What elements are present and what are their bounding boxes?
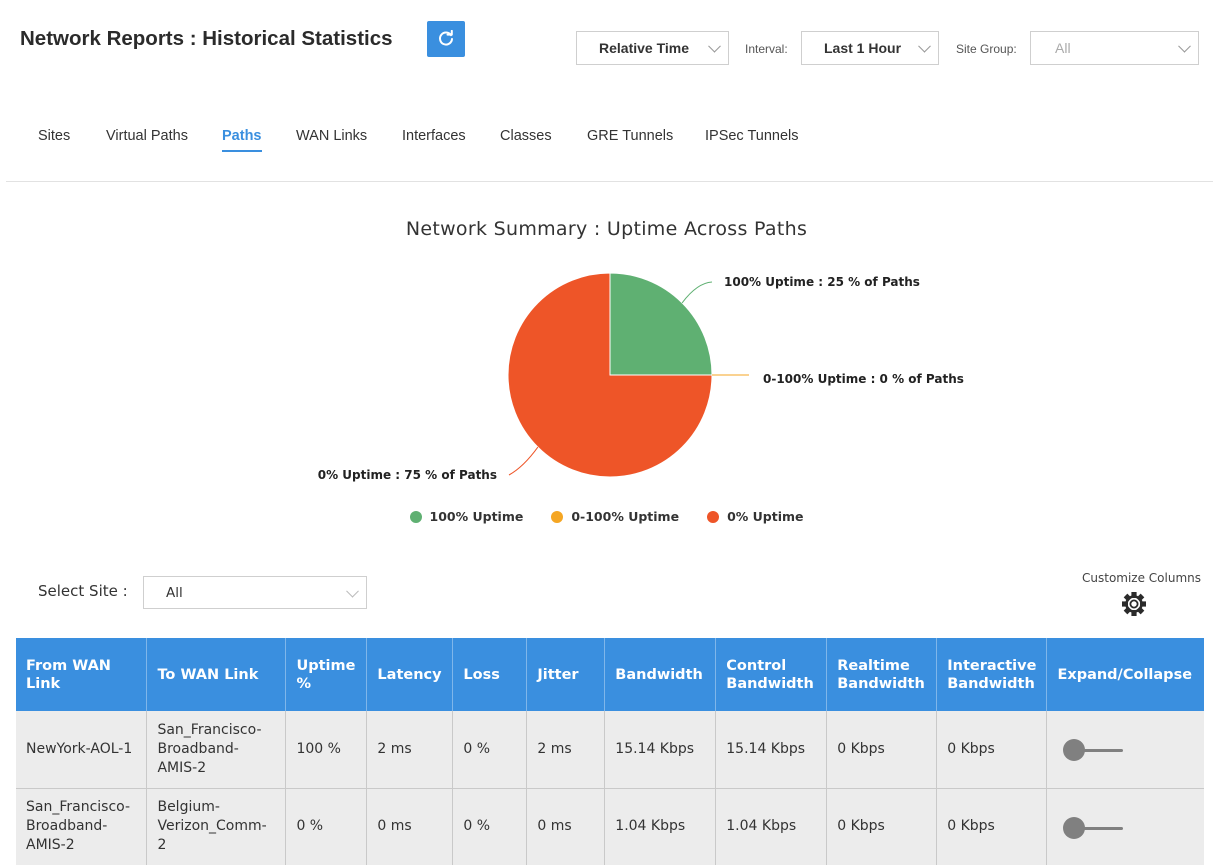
- column-header-to-wan-link[interactable]: To WAN Link: [146, 638, 287, 711]
- time-mode-value: Relative Time: [599, 40, 690, 56]
- column-header-realtime-bandwidth[interactable]: Realtime Bandwidth: [826, 638, 938, 711]
- select-site-value: All: [166, 584, 183, 601]
- legend-item-100-uptime[interactable]: 100% Uptime: [409, 509, 524, 524]
- column-header-latency[interactable]: Latency: [366, 638, 454, 711]
- cell-uptime: 0 %: [285, 788, 368, 865]
- page-title: Network Reports : Historical Statistics: [20, 27, 393, 50]
- uptime-pie-chart: 100% Uptime : 25 % of Paths 0-100% Uptime…: [318, 272, 964, 482]
- toggle-track: [1081, 826, 1124, 830]
- interval-value: Last 1 Hour: [824, 40, 902, 56]
- slice-label-partial-uptime: 0-100% Uptime : 0 % of Paths: [763, 372, 964, 386]
- cell-from-wan-link: San_Francisco-Broadband-AMIS-2: [16, 788, 148, 865]
- time-mode-dropdown[interactable]: Relative Time: [576, 31, 729, 65]
- cell-bandwidth: 15.14 Kbps: [604, 711, 717, 789]
- expand-collapse-toggle[interactable]: [1063, 739, 1124, 762]
- legend-label-100-uptime: 100% Uptime: [429, 509, 524, 524]
- gear-icon[interactable]: [1121, 591, 1147, 617]
- table-row: NewYork-AOL-1 San_Francisco-Broadband-AM…: [16, 711, 1204, 789]
- column-header-expand-collapse: Expand/Collapse: [1046, 638, 1204, 711]
- legend-dot-0-uptime: [707, 510, 720, 523]
- toggle-knob: [1063, 739, 1086, 762]
- table-row: San_Francisco-Broadband-AMIS-2 Belgium-V…: [16, 788, 1204, 865]
- tab-classes[interactable]: Classes: [500, 128, 552, 144]
- tab-sites[interactable]: Sites: [38, 128, 70, 144]
- chevron-down-icon: [708, 39, 721, 53]
- cell-bandwidth: 1.04 Kbps: [604, 788, 717, 865]
- tab-interfaces[interactable]: Interfaces: [402, 128, 466, 144]
- cell-to-wan-link: Belgium-Verizon_Comm-2: [146, 788, 287, 865]
- cell-latency: 2 ms: [366, 711, 454, 789]
- tabs-divider: [6, 181, 1213, 182]
- column-header-uptime[interactable]: Uptime %: [285, 638, 368, 711]
- toggle-knob: [1063, 816, 1086, 839]
- cell-control-bandwidth: 1.04 Kbps: [715, 788, 828, 865]
- refresh-icon: [439, 30, 453, 46]
- expand-collapse-toggle[interactable]: [1063, 816, 1124, 839]
- legend-label-partial-uptime: 0-100% Uptime: [571, 509, 680, 524]
- site-group-dropdown[interactable]: All: [1030, 31, 1199, 65]
- tab-ipsec-tunnels[interactable]: IPSec Tunnels: [705, 128, 799, 144]
- cell-realtime-bandwidth: 0 Kbps: [826, 788, 938, 865]
- chart-legend: 100% Uptime 0-100% Uptime 0% Uptime: [0, 509, 1213, 524]
- cell-interactive-bandwidth: 0 Kbps: [936, 788, 1048, 865]
- refresh-button[interactable]: [427, 21, 465, 57]
- chevron-down-icon: [1178, 39, 1191, 53]
- active-tab-indicator: [222, 150, 262, 152]
- cell-latency: 0 ms: [366, 788, 454, 865]
- legend-dot-partial-uptime: [551, 510, 564, 523]
- column-header-control-bandwidth[interactable]: Control Bandwidth: [715, 638, 828, 711]
- cell-realtime-bandwidth: 0 Kbps: [826, 711, 938, 789]
- interval-dropdown[interactable]: Last 1 Hour: [801, 31, 939, 65]
- site-group-label: Site Group:: [956, 42, 1017, 56]
- report-tabs: Sites Virtual Paths Paths WAN Links Inte…: [0, 128, 1213, 154]
- chart-title: Network Summary : Uptime Across Paths: [405, 218, 808, 240]
- tab-virtual-paths[interactable]: Virtual Paths: [106, 128, 188, 144]
- table-header-row: From WAN Link To WAN Link Uptime % Laten…: [16, 638, 1204, 711]
- column-header-bandwidth[interactable]: Bandwidth: [604, 638, 717, 711]
- leader-line: [681, 281, 713, 304]
- chevron-down-icon: [918, 39, 931, 53]
- cell-jitter: 2 ms: [526, 711, 606, 789]
- cell-uptime: 100 %: [285, 711, 368, 789]
- cell-interactive-bandwidth: 0 Kbps: [936, 711, 1048, 789]
- leader-line: [508, 446, 539, 476]
- cell-expand-collapse: [1046, 788, 1204, 865]
- site-group-value: All: [1055, 40, 1071, 56]
- legend-label-0-uptime: 0% Uptime: [727, 509, 804, 524]
- column-header-jitter[interactable]: Jitter: [526, 638, 606, 711]
- slice-label-100-uptime: 100% Uptime : 25 % of Paths: [724, 275, 920, 289]
- column-header-from-wan-link[interactable]: From WAN Link: [16, 638, 148, 711]
- legend-item-0-uptime[interactable]: 0% Uptime: [707, 509, 804, 524]
- tab-gre-tunnels[interactable]: GRE Tunnels: [587, 128, 673, 144]
- select-site-label: Select Site :: [38, 582, 128, 600]
- chevron-down-icon: [346, 584, 359, 598]
- slice-label-0-uptime: 0% Uptime : 75 % of Paths: [318, 468, 497, 482]
- cell-from-wan-link: NewYork-AOL-1: [16, 711, 148, 789]
- paths-table: From WAN Link To WAN Link Uptime % Laten…: [16, 638, 1204, 865]
- legend-dot-100-uptime: [409, 510, 422, 523]
- tab-paths[interactable]: Paths: [222, 128, 262, 144]
- column-header-loss[interactable]: Loss: [452, 638, 528, 711]
- tab-wan-links[interactable]: WAN Links: [296, 128, 367, 144]
- cell-loss: 0 %: [452, 788, 528, 865]
- cell-expand-collapse: [1046, 711, 1204, 789]
- cell-jitter: 0 ms: [526, 788, 606, 865]
- toggle-track: [1081, 749, 1124, 753]
- cell-loss: 0 %: [452, 711, 528, 789]
- column-header-interactive-bandwidth[interactable]: Interactive Bandwidth: [936, 638, 1048, 711]
- cell-to-wan-link: San_Francisco-Broadband-AMIS-2: [146, 711, 287, 789]
- cell-control-bandwidth: 15.14 Kbps: [715, 711, 828, 789]
- customize-columns-label[interactable]: Customize Columns: [1082, 571, 1201, 585]
- legend-item-partial-uptime[interactable]: 0-100% Uptime: [551, 509, 679, 524]
- select-site-dropdown[interactable]: All: [143, 576, 367, 609]
- interval-label: Interval:: [745, 42, 788, 56]
